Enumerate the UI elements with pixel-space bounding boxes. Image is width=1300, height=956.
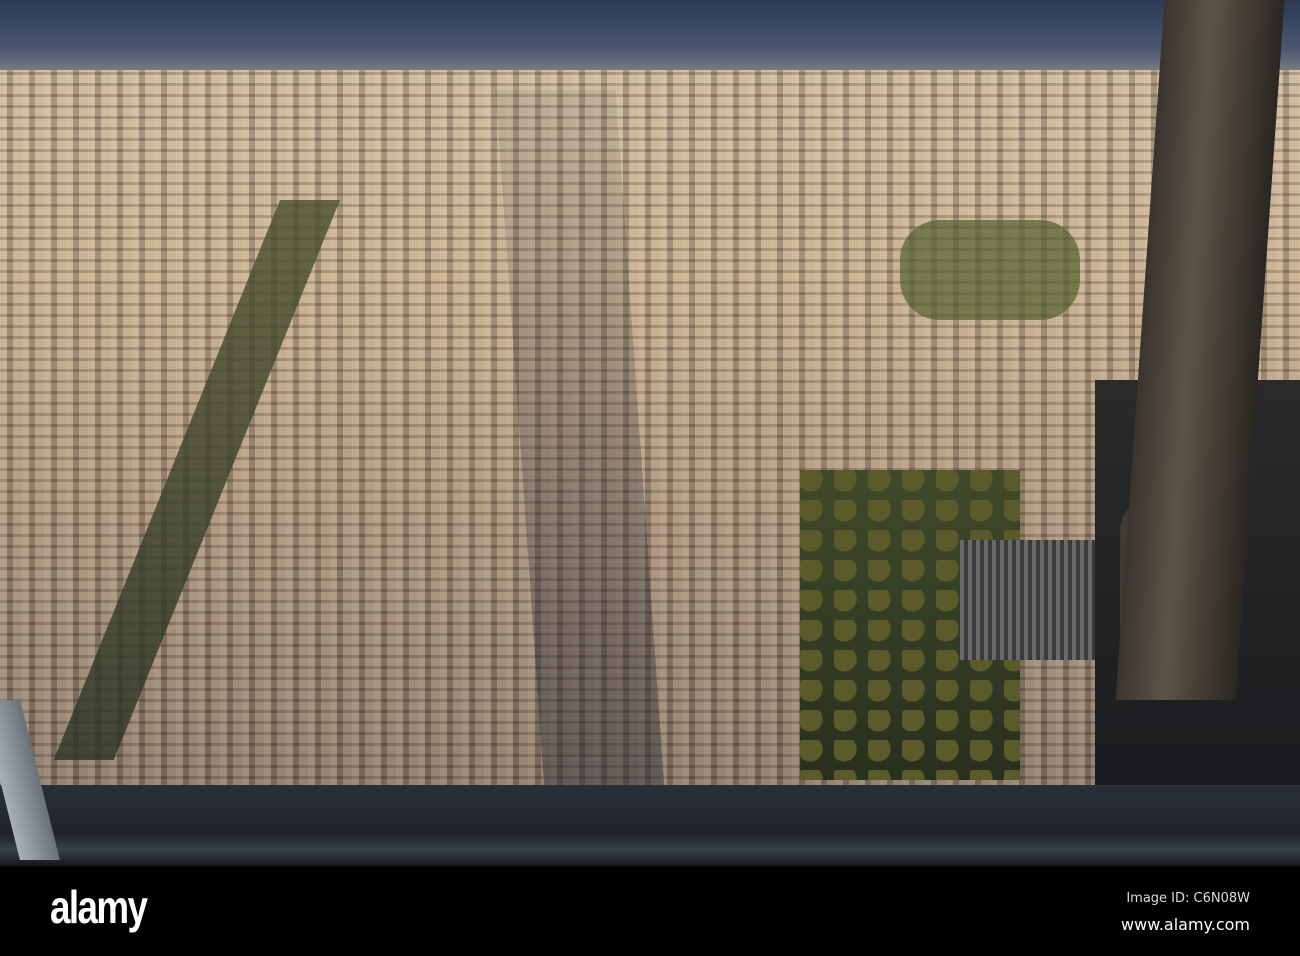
site-url: www.alamy.com bbox=[1121, 915, 1250, 934]
observation-ledge bbox=[0, 785, 1300, 866]
image-id: Image ID: C6N08W bbox=[1126, 891, 1250, 906]
watermark-bar bbox=[0, 866, 1300, 956]
aerial-city-photo bbox=[0, 0, 1300, 866]
alamy-logo: alamy bbox=[50, 881, 148, 933]
cemetery-tombs bbox=[960, 540, 1100, 660]
sky bbox=[0, 0, 1300, 80]
park bbox=[900, 220, 1080, 320]
